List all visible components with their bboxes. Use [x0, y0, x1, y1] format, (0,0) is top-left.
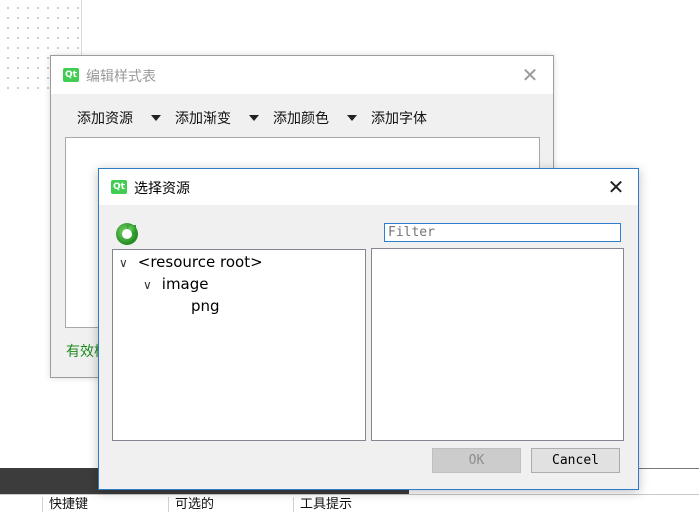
filter-input[interactable]: [384, 223, 621, 242]
qt-logo-icon: Qt: [111, 180, 127, 194]
resource-file-list[interactable]: [371, 248, 624, 441]
chevron-down-icon[interactable]: ∨: [143, 275, 157, 295]
caret-down-icon[interactable]: [249, 115, 259, 121]
dialog-title: 选择资源: [134, 181, 190, 197]
tree-item-label: image: [161, 275, 209, 293]
close-icon[interactable]: ✕: [604, 175, 628, 199]
column-header-tooltip[interactable]: 工具提示: [293, 497, 440, 512]
select-resource-dialog: Qt 选择资源 ✕ ∨ <resource root> ∨ image png …: [98, 168, 639, 490]
reload-icon[interactable]: [116, 223, 138, 245]
tree-item-label: png: [191, 297, 220, 315]
dialog-titlebar: Qt 编辑样式表 ✕: [51, 56, 553, 94]
dialog-title: 编辑样式表: [86, 69, 156, 85]
dialog-titlebar: Qt 选择资源 ✕: [99, 169, 638, 205]
resource-tree[interactable]: ∨ <resource root> ∨ image png: [112, 249, 366, 441]
chevron-down-icon[interactable]: ∨: [119, 253, 133, 273]
column-header-shortcut[interactable]: 快捷键: [42, 497, 169, 512]
tree-item-png[interactable]: png: [191, 296, 220, 316]
add-color-button[interactable]: 添加颜色: [273, 108, 329, 128]
tree-item-label: <resource root>: [137, 253, 263, 271]
caret-down-icon[interactable]: [347, 115, 357, 121]
caret-down-icon[interactable]: [151, 115, 161, 121]
add-gradient-button[interactable]: 添加渐变: [175, 108, 231, 128]
add-resource-button[interactable]: 添加资源: [77, 108, 133, 128]
tree-item-root[interactable]: ∨ <resource root>: [119, 252, 263, 272]
table-header: 快捷键 可选的 工具提示: [0, 494, 699, 512]
close-icon[interactable]: ✕: [519, 64, 541, 86]
cancel-button[interactable]: Cancel: [531, 448, 620, 473]
column-header-optional[interactable]: 可选的: [168, 497, 295, 512]
tree-item-image[interactable]: ∨ image: [143, 274, 209, 294]
qt-logo-icon: Qt: [63, 68, 79, 82]
add-font-button[interactable]: 添加字体: [371, 108, 427, 128]
reload-center: [122, 229, 132, 239]
stylesheet-toolbar: 添加资源 添加渐变 添加颜色 添加字体: [51, 94, 553, 130]
ok-button[interactable]: OK: [432, 448, 521, 473]
